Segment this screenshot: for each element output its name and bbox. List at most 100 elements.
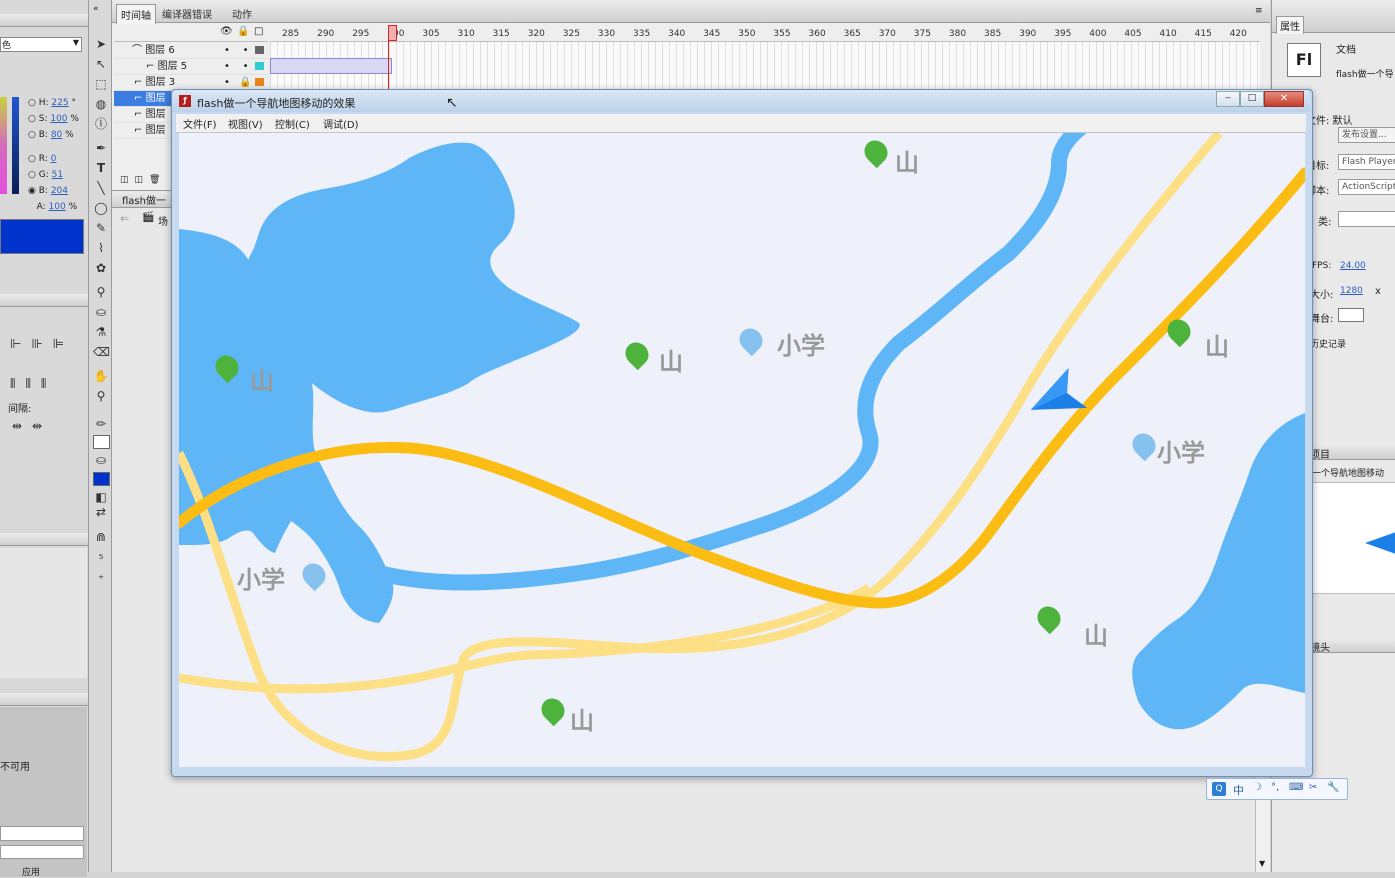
mountain-marker[interactable] [1162, 314, 1196, 348]
menu-view[interactable]: 视图(V) [228, 116, 263, 131]
eyedropper-icon[interactable]: ⚗ [93, 325, 109, 339]
zoom-tool-icon[interactable]: ⚲ [93, 389, 109, 403]
radio-b2[interactable]: ◉ [28, 186, 36, 196]
ime-toolbar[interactable]: Q 中 ☽ °, ⌨ ✂ 🔧 [1206, 778, 1348, 800]
stage-color-swatch[interactable] [1338, 308, 1364, 322]
menu-file[interactable]: 文件(F) [183, 116, 217, 131]
tab-timeline[interactable]: 时间轴 [116, 4, 156, 24]
pencil-tool-icon[interactable]: ✎ [93, 221, 109, 235]
scroll-down-icon[interactable]: ▼ [1259, 859, 1265, 868]
class-input[interactable] [1338, 211, 1395, 227]
a-value[interactable]: 100 [49, 202, 66, 212]
school-marker[interactable] [297, 558, 331, 592]
brightness-slider[interactable] [12, 97, 19, 194]
r-value[interactable]: 0 [51, 154, 57, 164]
deco-tool-icon[interactable]: ✿ [93, 261, 109, 275]
close-button[interactable]: ✕ [1264, 91, 1304, 107]
layer-buttons[interactable]: ◫◫🗑 [120, 175, 166, 185]
panel-menu-icon[interactable]: ≡ [1255, 6, 1263, 16]
library-item[interactable]: 一个导航地图移动 [1312, 466, 1384, 479]
layer-name[interactable]: 图层 [146, 125, 166, 136]
ime-chinese-mode[interactable]: 中 [1233, 782, 1244, 798]
layer-name[interactable]: 图层 6 [145, 45, 175, 56]
ime-keyboard-icon[interactable]: ⌨ [1289, 782, 1303, 793]
left-input[interactable] [0, 826, 84, 841]
smooth-icon[interactable]: ⁵ [93, 552, 109, 566]
black-white-icon[interactable]: ◧ [93, 490, 109, 504]
text-tool-icon[interactable]: T [93, 161, 109, 175]
line-tool-icon[interactable]: ╲ [93, 181, 109, 195]
g-value[interactable]: 51 [52, 170, 63, 180]
swap-colors-icon[interactable]: ⇄ [93, 505, 109, 519]
mountain-marker[interactable] [1032, 601, 1066, 635]
color-swatch[interactable] [0, 219, 84, 254]
lasso-icon[interactable]: ⓛ [93, 117, 109, 131]
frame-ruler[interactable]: 2852902953003053103153203253303353403453… [270, 25, 1260, 42]
color-spectrum[interactable] [0, 97, 7, 194]
radio-s[interactable]: ○ [28, 114, 36, 124]
menu-debug[interactable]: 调试(D) [323, 116, 359, 131]
school-marker[interactable] [1127, 428, 1161, 462]
eye-icon[interactable]: 👁 [220, 26, 233, 37]
library-tab[interactable]: 项目 [1310, 446, 1330, 461]
fill-color-icon[interactable]: ⛀ [93, 453, 109, 467]
fill-swatch[interactable] [93, 472, 110, 486]
script-select[interactable]: ActionScript [1338, 179, 1395, 195]
tools-collapse-icon[interactable]: « [93, 4, 99, 14]
free-transform-icon[interactable]: ⬚ [93, 77, 109, 91]
tab-actions[interactable]: 动作 [232, 6, 252, 21]
layer-row[interactable]: ⌐ 图层 5 • • [114, 59, 268, 75]
straighten-icon[interactable]: ⁺ [93, 572, 109, 586]
layer-name[interactable]: 图层 [146, 93, 166, 104]
mountain-marker[interactable] [859, 135, 893, 169]
snap-icon[interactable]: ⋒ [93, 530, 109, 544]
lock-icon[interactable]: 🔒 [237, 26, 249, 37]
layer-5-frames[interactable] [270, 58, 392, 74]
fps-value[interactable]: 24.00 [1340, 261, 1366, 271]
radio-h[interactable]: ○ [28, 98, 36, 108]
layer-row[interactable]: ⌒ 图层 6 • • [114, 43, 268, 59]
school-marker[interactable] [734, 323, 768, 357]
tab-compiler-errors[interactable]: 编译器错误 [162, 6, 212, 21]
history-label[interactable]: 历史记录 [1310, 337, 1346, 350]
ime-settings-icon[interactable]: 🔧 [1327, 782, 1339, 793]
size-width[interactable]: 1280 [1340, 286, 1363, 296]
mountain-marker[interactable] [536, 693, 570, 727]
align-icons[interactable]: ⊩⊪⊫ [10, 337, 74, 352]
target-select[interactable]: Flash Player [1338, 154, 1395, 170]
h-value[interactable]: 225 [51, 98, 68, 108]
radio-g[interactable]: ○ [28, 170, 36, 180]
color-type-select[interactable]: 色 ▼ [0, 37, 82, 52]
paint-bucket-icon[interactable]: ⛀ [93, 305, 109, 319]
eraser-icon[interactable]: ⌫ [93, 345, 110, 359]
pen-tool-icon[interactable]: ✒ [93, 141, 109, 155]
menu-control[interactable]: 控制(C) [275, 116, 310, 131]
stroke-swatch[interactable] [93, 435, 110, 449]
layer-name[interactable]: 图层 3 [146, 77, 176, 88]
b-value[interactable]: 80 [51, 130, 62, 140]
mountain-marker[interactable] [620, 337, 654, 371]
tab-properties[interactable]: 属性 [1276, 16, 1304, 34]
outline-icon[interactable]: □ [254, 26, 263, 37]
maximize-button[interactable]: □ [1240, 91, 1264, 107]
selection-tool-icon[interactable]: ➤ [93, 37, 109, 51]
mountain-marker[interactable] [210, 350, 244, 384]
hand-tool-icon[interactable]: ✋ [93, 369, 109, 383]
oval-tool-icon[interactable]: ◯ [93, 201, 109, 215]
b2-value[interactable]: 204 [51, 186, 68, 196]
stroke-color-icon[interactable]: ✏ [93, 417, 109, 431]
ime-tool-icon[interactable]: ✂ [1309, 782, 1317, 793]
back-arrow-icon[interactable]: ⇐ [120, 212, 129, 225]
brush-tool-icon[interactable]: ⌇ [93, 241, 109, 255]
radio-r[interactable]: ○ [28, 154, 36, 164]
spacing-icons[interactable]: ⇹⇹ [12, 419, 52, 433]
scene-label[interactable]: 场 [158, 213, 168, 228]
publish-settings-button[interactable]: 发布设置... [1338, 127, 1395, 143]
s-value[interactable]: 100 [50, 114, 67, 124]
layer-name[interactable]: 图层 [146, 109, 166, 120]
subselect-tool-icon[interactable]: ↖ [93, 57, 109, 71]
left-select[interactable] [0, 845, 84, 859]
radio-b[interactable]: ○ [28, 130, 36, 140]
3d-rotation-icon[interactable]: ◍ [93, 97, 109, 111]
ime-halfwidth-icon[interactable]: ☽ [1253, 782, 1262, 793]
